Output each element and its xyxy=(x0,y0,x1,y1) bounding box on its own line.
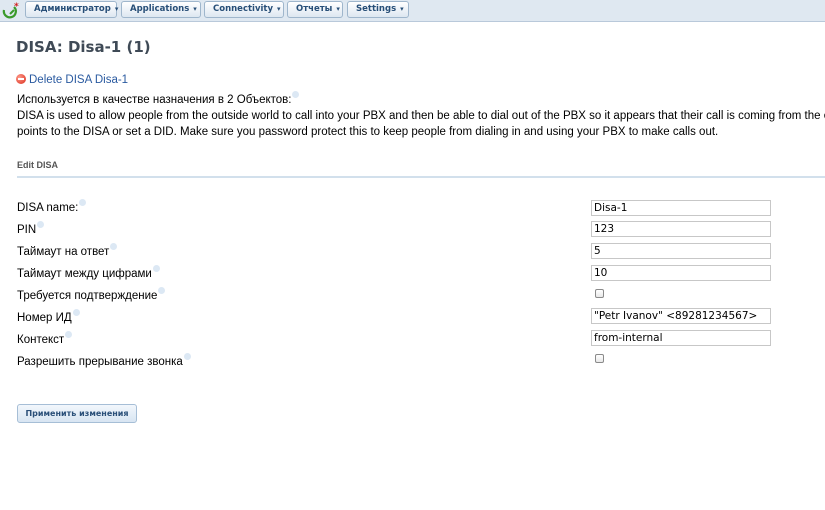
pin-label: PIN xyxy=(17,221,45,236)
chevron-down-icon: ▾ xyxy=(400,5,404,13)
allow-hangup-checkbox[interactable] xyxy=(595,354,604,363)
digit-timeout-label-text: Таймаут между цифрами xyxy=(17,268,152,280)
context-label: Контекст xyxy=(17,331,73,346)
response-timeout-input[interactable] xyxy=(591,243,771,259)
disa-name-input[interactable] xyxy=(591,200,771,216)
disa-name-label-text: DISA name: xyxy=(17,202,79,214)
help-icon[interactable] xyxy=(72,309,80,316)
menu-admin[interactable]: Администратор ▾ xyxy=(25,1,119,18)
pin-input[interactable] xyxy=(591,221,771,237)
help-icon[interactable] xyxy=(79,199,87,206)
description-line-1: DISA is used to allow people from the ou… xyxy=(17,110,825,122)
allow-hangup-label-text: Разрешить прерывание звонка xyxy=(17,356,183,368)
help-icon[interactable] xyxy=(183,353,191,360)
menu-reports[interactable]: Отчеты ▾ xyxy=(287,1,343,18)
delete-disa-label: Delete DISA Disa-1 xyxy=(29,74,129,86)
allow-hangup-label: Разрешить прерывание звонка xyxy=(17,353,191,368)
used-as-destination-label: Используется в качестве назначения в 2 О… xyxy=(17,94,292,106)
chevron-down-icon: ▾ xyxy=(277,5,281,13)
help-icon[interactable] xyxy=(110,243,118,250)
menu-settings[interactable]: Settings ▾ xyxy=(347,1,409,18)
chevron-down-icon: ▾ xyxy=(336,5,340,13)
chevron-down-icon: ▾ xyxy=(114,5,119,13)
context-label-text: Контекст xyxy=(17,334,65,346)
chevron-down-icon: ▾ xyxy=(193,5,197,13)
svg-text:*: * xyxy=(14,2,19,12)
menu-applications-label: Applications xyxy=(130,4,190,14)
menu-connectivity-label: Connectivity xyxy=(213,4,274,14)
delete-icon xyxy=(16,74,26,84)
digit-timeout-input[interactable] xyxy=(591,265,771,281)
menu-reports-label: Отчеты xyxy=(296,4,333,14)
context-input[interactable] xyxy=(591,330,771,346)
response-timeout-label: Таймаут на ответ xyxy=(17,243,118,258)
top-nav-bar: * Администратор ▾ Applications ▾ Connectiv… xyxy=(0,0,825,22)
menu-connectivity[interactable]: Connectivity ▾ xyxy=(204,1,284,18)
response-timeout-label-text: Таймаут на ответ xyxy=(17,246,110,258)
help-icon[interactable] xyxy=(158,287,166,294)
apply-changes-button[interactable]: Применить изменения xyxy=(17,404,137,423)
menu-settings-label: Settings xyxy=(356,4,397,14)
help-icon[interactable] xyxy=(65,331,73,338)
delete-disa-link[interactable]: Delete DISA Disa-1 xyxy=(16,74,128,86)
section-divider xyxy=(17,176,825,178)
require-confirmation-label-text: Требуется подтверждение xyxy=(17,290,158,302)
section-header-edit-disa: Edit DISA xyxy=(17,160,59,170)
freepbx-logo-icon[interactable]: * xyxy=(1,1,21,19)
description-line-2: points to the DISA or set a DID. Make su… xyxy=(17,126,719,138)
digit-timeout-label: Таймаут между цифрами xyxy=(17,265,160,280)
pin-label-text: PIN xyxy=(17,224,37,236)
caller-id-label: Номер ИД xyxy=(17,309,80,324)
page-title: DISA: Disa-1 (1) xyxy=(16,38,151,56)
caller-id-input[interactable] xyxy=(591,308,771,324)
disa-name-label: DISA name: xyxy=(17,199,87,214)
help-icon[interactable] xyxy=(152,265,160,272)
help-icon[interactable] xyxy=(37,221,45,228)
used-as-destination-text: Используется в качестве назначения в 2 О… xyxy=(17,91,300,106)
require-confirmation-label: Требуется подтверждение xyxy=(17,287,166,302)
menu-admin-label: Администратор xyxy=(34,4,111,14)
help-icon[interactable] xyxy=(292,91,300,98)
require-confirmation-checkbox[interactable] xyxy=(595,289,604,298)
menu-applications[interactable]: Applications ▾ xyxy=(121,1,201,18)
caller-id-label-text: Номер ИД xyxy=(17,312,72,324)
